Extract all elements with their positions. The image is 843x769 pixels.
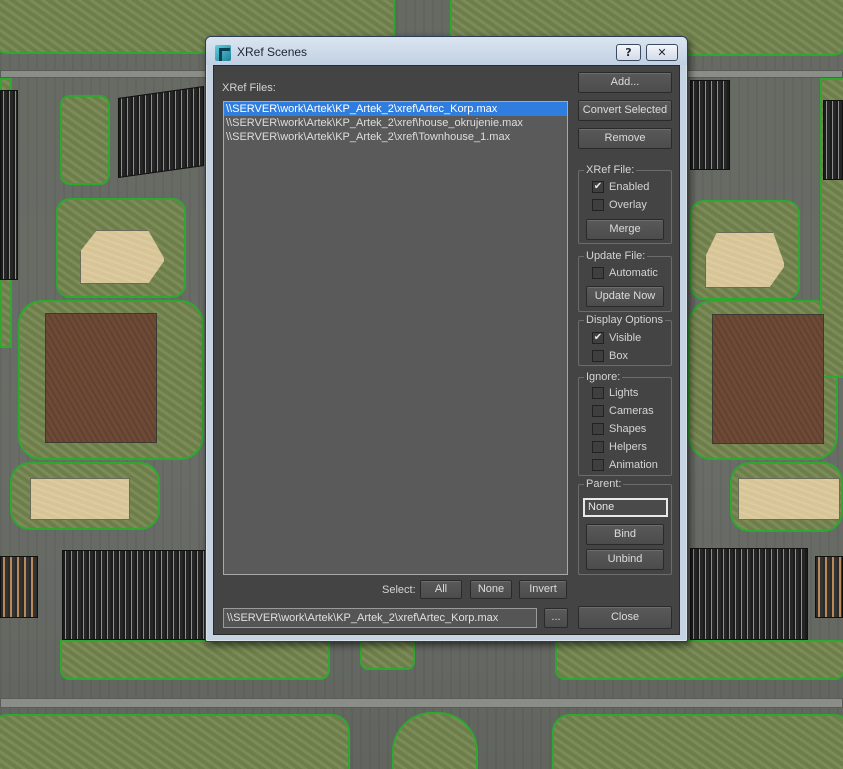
sand-pad xyxy=(30,478,130,520)
building xyxy=(823,100,843,180)
xref-file-group-title: XRef File: xyxy=(584,164,637,177)
browse-button[interactable]: ... xyxy=(544,608,568,628)
path-field[interactable]: \\SERVER\work\Artek\KP_Artek_2\xref\Arte… xyxy=(223,608,537,628)
checkbox-box xyxy=(592,423,604,435)
building xyxy=(0,90,18,280)
file-list-item[interactable]: \\SERVER\work\Artek\KP_Artek_2\xref\Arte… xyxy=(224,102,567,116)
helpers-checkbox[interactable]: Helpers xyxy=(592,440,668,456)
select-label: Select: xyxy=(382,584,416,596)
lawn-area xyxy=(60,95,110,185)
add-button[interactable]: Add... xyxy=(578,72,672,93)
lights-checkbox[interactable]: Lights xyxy=(592,386,668,402)
animation-checkbox[interactable]: Animation xyxy=(592,458,668,474)
lawn-area xyxy=(60,640,330,680)
walkway xyxy=(0,698,843,708)
visible-checkbox[interactable]: ✔ Visible xyxy=(592,331,668,347)
enabled-checkbox[interactable]: ✔ Enabled xyxy=(592,180,668,196)
enabled-label: Enabled xyxy=(609,181,650,193)
xref-files-label: XRef Files: xyxy=(222,82,276,94)
lawn-area xyxy=(555,640,843,680)
title-bar[interactable]: XRef Scenes ? ✕ xyxy=(206,37,687,65)
xref-file-group: XRef File: ✔ Enabled Overlay Merge xyxy=(578,164,672,244)
select-invert-button[interactable]: Invert xyxy=(519,580,567,599)
checkbox-box xyxy=(592,459,604,471)
merge-button[interactable]: Merge xyxy=(586,219,664,240)
close-x-button[interactable]: ✕ xyxy=(646,44,678,61)
sand-pad xyxy=(80,230,165,284)
checkmark-icon: ✔ xyxy=(592,332,604,344)
ignore-group-title: Ignore: xyxy=(584,371,623,384)
checkbox-box xyxy=(592,441,604,453)
automatic-checkbox[interactable]: Automatic xyxy=(592,266,668,282)
sand-pad xyxy=(738,478,840,520)
building xyxy=(815,556,843,618)
lawn-area xyxy=(0,714,350,769)
lawn-area xyxy=(360,640,415,670)
checkbox-box xyxy=(592,199,604,211)
select-all-button[interactable]: All xyxy=(420,580,462,599)
bind-button[interactable]: Bind xyxy=(586,524,664,545)
ignore-group: Ignore: Lights Cameras Shapes Helpers An… xyxy=(578,371,672,476)
convert-selected-button[interactable]: Convert Selected xyxy=(578,100,672,121)
update-file-group-title: Update File: xyxy=(584,250,648,263)
automatic-label: Automatic xyxy=(609,267,658,279)
box-checkbox[interactable]: Box xyxy=(592,349,668,365)
cameras-checkbox[interactable]: Cameras xyxy=(592,404,668,420)
shapes-label: Shapes xyxy=(609,423,647,435)
display-options-group: Display Options ✔ Visible Box xyxy=(578,314,672,366)
checkmark-icon: ✔ xyxy=(592,181,604,193)
dirt-field xyxy=(712,314,824,444)
unbind-button[interactable]: Unbind xyxy=(586,549,664,570)
checkbox-box xyxy=(592,350,604,362)
checkbox-box xyxy=(592,405,604,417)
xref-scenes-dialog: XRef Scenes ? ✕ XRef Files: \\SERVER\wor… xyxy=(205,36,688,642)
lawn-area xyxy=(392,712,478,769)
helpers-label: Helpers xyxy=(609,441,647,453)
lights-label: Lights xyxy=(609,387,639,399)
parent-group: Parent: None Bind Unbind xyxy=(578,478,672,575)
close-button[interactable]: Close xyxy=(578,606,672,629)
dialog-title: XRef Scenes xyxy=(237,45,308,59)
checkbox-box xyxy=(592,387,604,399)
visible-label: Visible xyxy=(609,332,642,344)
lawn-area xyxy=(552,714,843,769)
app-logo-icon xyxy=(215,45,231,61)
building xyxy=(0,556,38,618)
remove-button[interactable]: Remove xyxy=(578,128,672,149)
update-now-button[interactable]: Update Now xyxy=(586,286,664,307)
file-list-item[interactable]: \\SERVER\work\Artek\KP_Artek_2\xref\Town… xyxy=(224,130,567,144)
sand-pad xyxy=(705,232,785,288)
overlay-checkbox[interactable]: Overlay xyxy=(592,198,668,214)
building xyxy=(118,85,204,179)
update-file-group: Update File: Automatic Update Now xyxy=(578,250,672,312)
animation-label: Animation xyxy=(609,459,658,471)
cameras-label: Cameras xyxy=(609,405,654,417)
file-list-item[interactable]: \\SERVER\work\Artek\KP_Artek_2\xref\hous… xyxy=(224,116,567,130)
xref-file-list[interactable]: \\SERVER\work\Artek\KP_Artek_2\xref\Arte… xyxy=(223,101,568,575)
overlay-label: Overlay xyxy=(609,199,647,211)
parent-group-title: Parent: xyxy=(584,478,624,491)
select-none-button[interactable]: None xyxy=(470,580,512,599)
box-label: Box xyxy=(609,350,628,362)
checkbox-box xyxy=(592,267,604,279)
building xyxy=(690,548,808,640)
shapes-checkbox[interactable]: Shapes xyxy=(592,422,668,438)
display-options-group-title: Display Options xyxy=(584,314,666,327)
building xyxy=(690,80,730,170)
building xyxy=(62,550,212,640)
dialog-client: XRef Files: \\SERVER\work\Artek\KP_Artek… xyxy=(213,65,680,635)
dirt-field xyxy=(45,313,157,443)
help-button[interactable]: ? xyxy=(616,44,641,61)
parent-field[interactable]: None xyxy=(583,498,668,517)
